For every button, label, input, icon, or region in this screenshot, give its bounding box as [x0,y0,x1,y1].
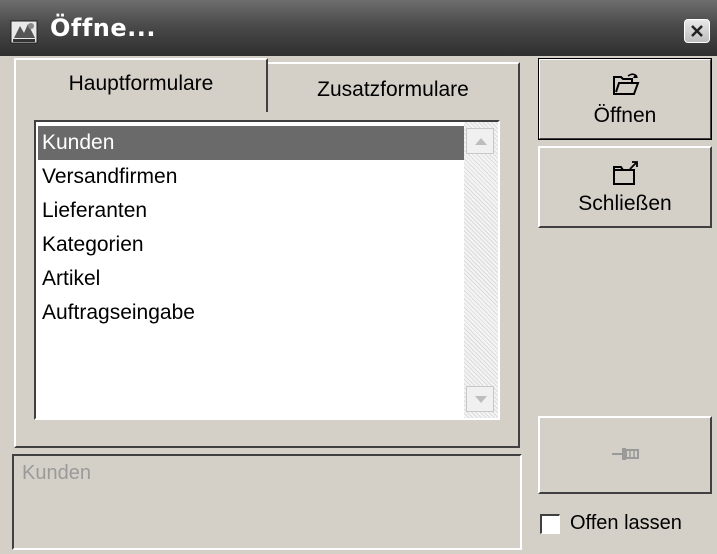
arrow-up-icon [475,138,487,145]
vertical-scrollbar[interactable] [464,122,498,418]
pin-icon [610,444,642,470]
title-bar[interactable]: Öffne... [0,0,717,56]
list-item[interactable]: Lieferanten [38,194,464,228]
tab-label: Hauptformulare [68,72,214,95]
list-item[interactable]: Artikel [38,262,464,296]
arrow-down-icon [475,396,487,403]
close-icon [691,25,703,37]
scroll-down-button[interactable] [466,386,494,412]
form-listbox[interactable]: Kunden Versandfirmen Lieferanten Kategor… [34,120,500,420]
open-button-label: Öffnen [593,104,657,127]
list-item[interactable]: Kunden [38,126,464,160]
scroll-up-button[interactable] [466,128,494,154]
list-item[interactable]: Kategorien [38,228,464,262]
open-button[interactable]: Öffnen [538,58,712,140]
list-item[interactable]: Versandfirmen [38,160,464,194]
form-app-icon [10,18,40,46]
open-folder-icon [612,72,640,102]
pin-button[interactable] [538,416,712,494]
keep-open-checkbox[interactable] [540,514,560,534]
description-text: Kunden [22,462,91,484]
list-item[interactable]: Auftragseingabe [38,296,464,330]
description-box: Kunden [12,454,522,550]
open-dialog-window: Öffne... Hauptformulare Zusatzformulare … [0,0,717,554]
tab-label: Zusatzformulare [317,78,469,101]
window-title: Öffne... [50,14,156,42]
tab-zusatzformulare[interactable]: Zusatzformulare [268,62,520,110]
close-window-button[interactable] [684,19,710,43]
close-button-label: Schließen [578,192,672,215]
tab-hauptformulare[interactable]: Hauptformulare [14,58,268,112]
close-folder-icon [612,160,640,192]
close-button[interactable]: Schließen [538,146,712,228]
keep-open-label: Offen lassen [570,512,682,534]
